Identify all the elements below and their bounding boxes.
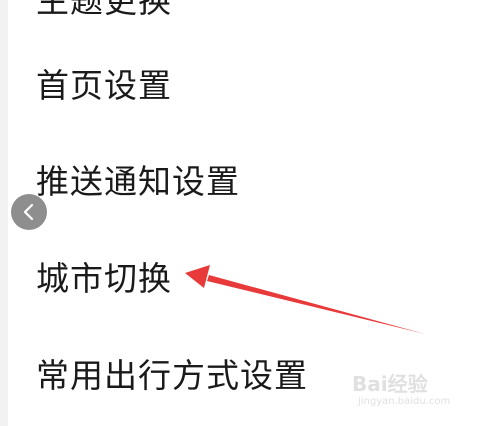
floating-back-button[interactable] bbox=[11, 194, 47, 230]
watermark-url: jingyan.baidu.com bbox=[358, 396, 451, 407]
baidu-jingyan-watermark: Bai经验 jingyan.baidu.com bbox=[352, 368, 462, 418]
settings-menu-panel: 主题更换 首页设置 推送通知设置 城市切换 常用出行方式设置 bbox=[8, 0, 484, 426]
menu-item-push-notification-settings[interactable]: 推送通知设置 bbox=[36, 165, 240, 198]
menu-item-city-switch[interactable]: 城市切换 bbox=[36, 262, 172, 295]
menu-item-homepage-settings[interactable]: 首页设置 bbox=[36, 69, 172, 102]
menu-item-theme-change[interactable]: 主题更换 bbox=[36, 0, 172, 17]
watermark-logo: Bai经验 bbox=[352, 372, 428, 396]
menu-item-travel-mode-settings[interactable]: 常用出行方式设置 bbox=[36, 359, 308, 392]
chevron-left-icon bbox=[23, 203, 34, 221]
